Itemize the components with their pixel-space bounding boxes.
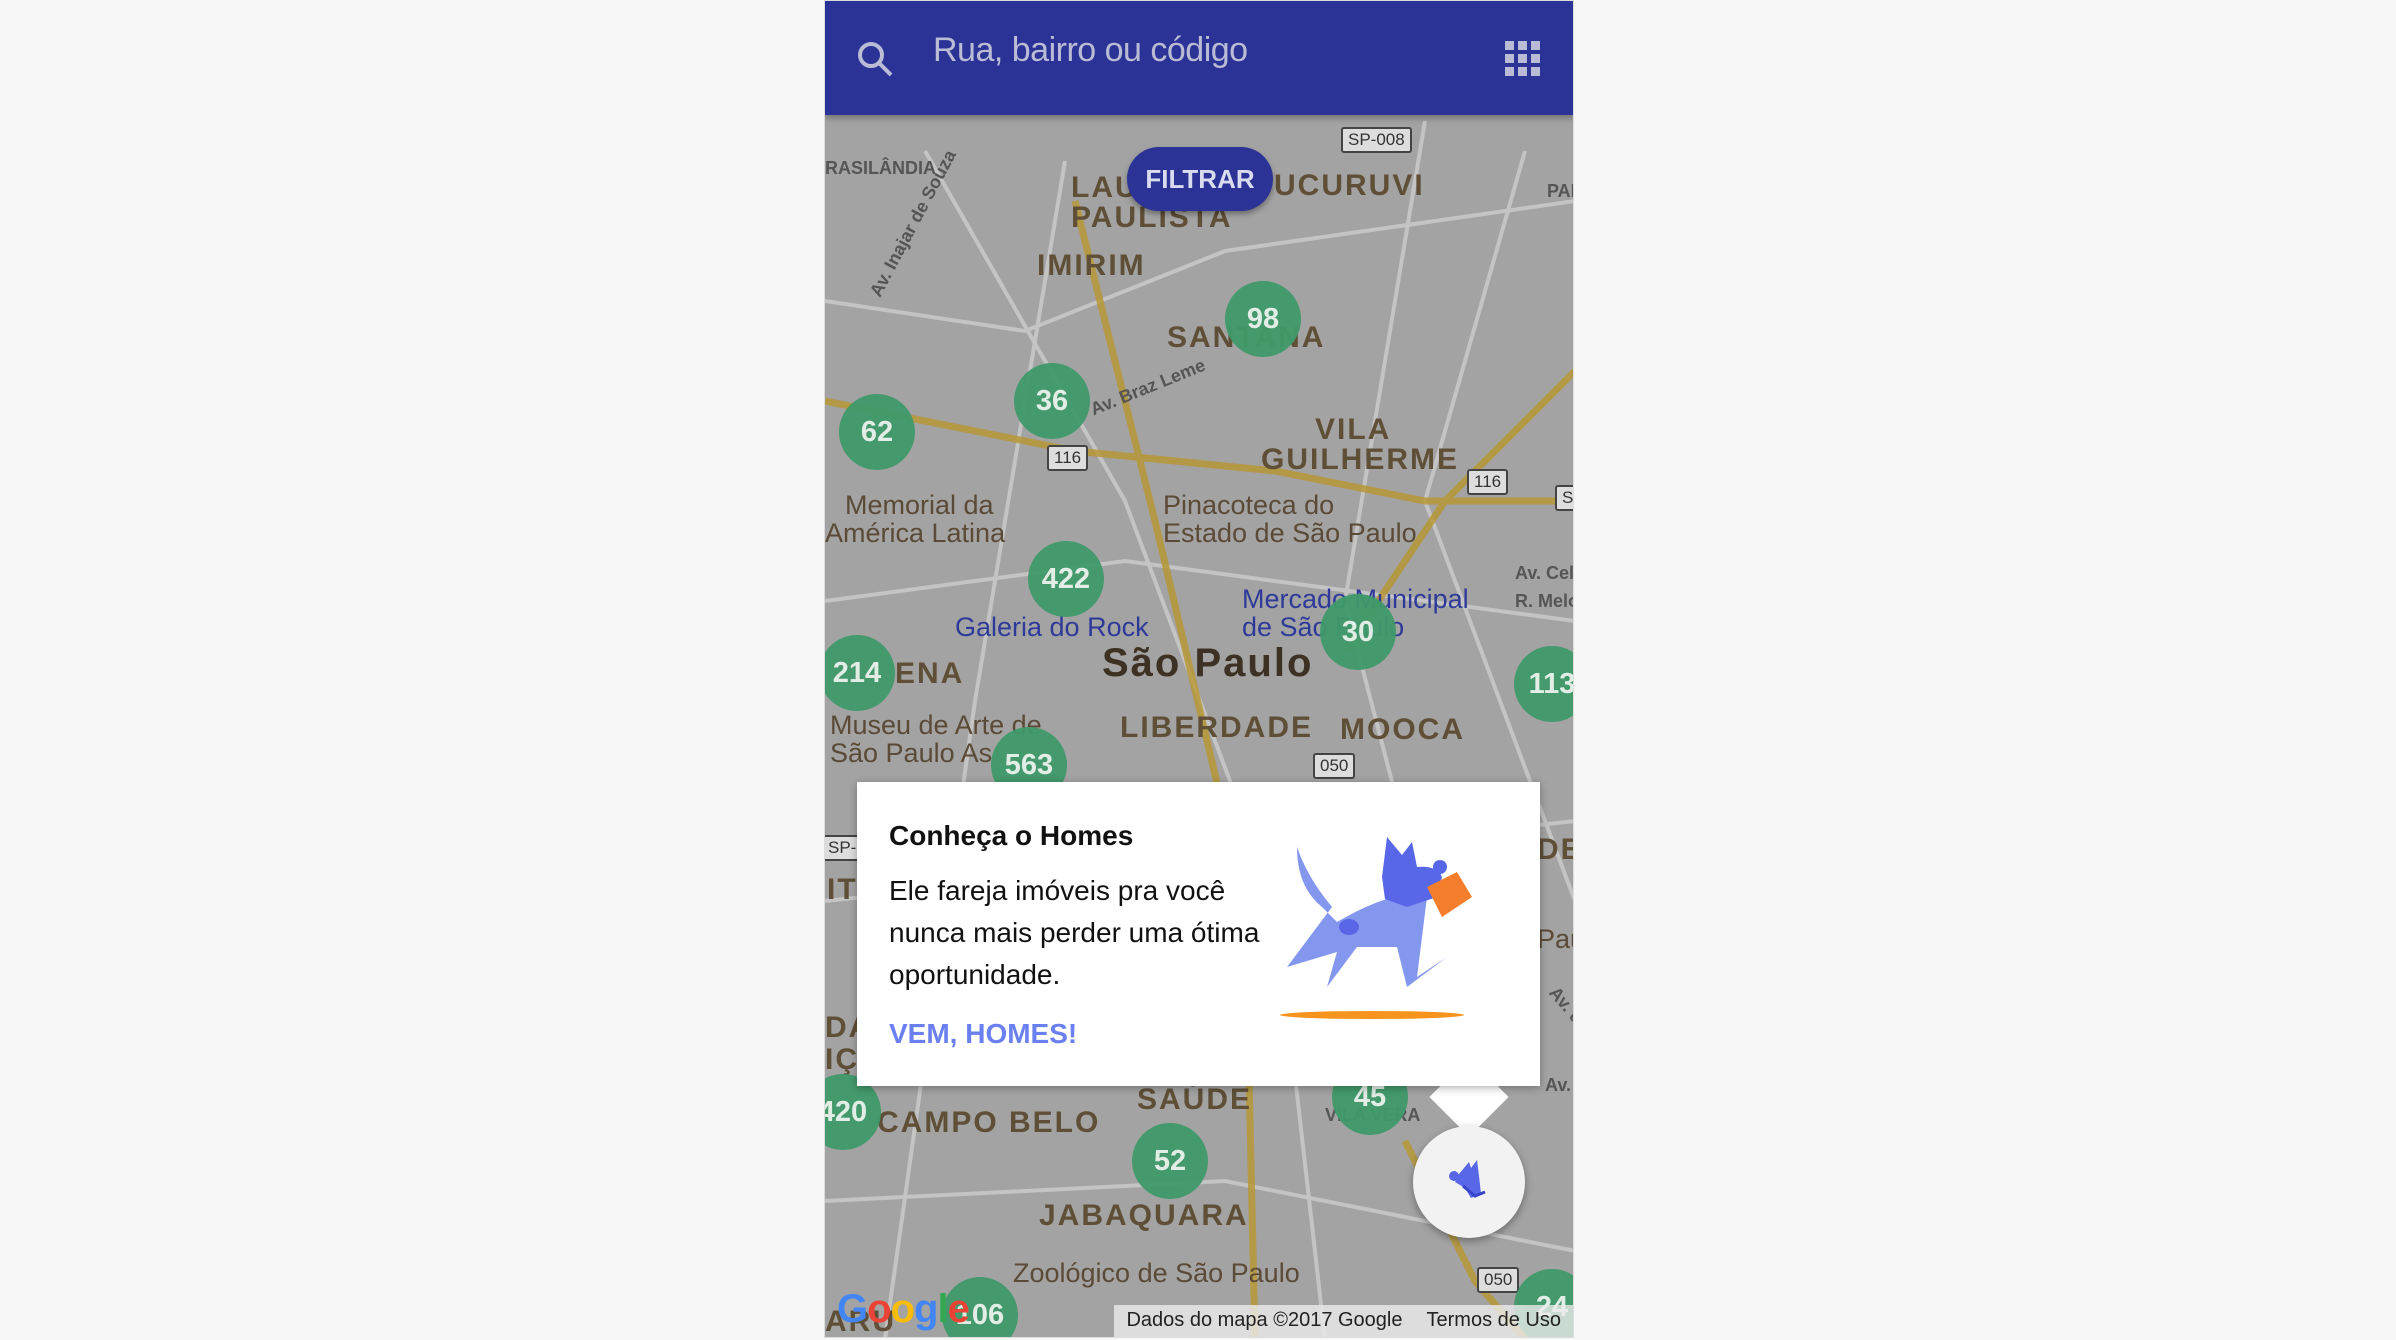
neighborhood-label: JABAQUARA — [1039, 1199, 1249, 1232]
homes-dog-button[interactable] — [1413, 1126, 1525, 1238]
terms-link[interactable]: Termos de Uso — [1427, 1309, 1562, 1335]
road-shield: S — [1555, 485, 1573, 511]
vem-homes-button[interactable]: VEM, HOMES! — [889, 1018, 1077, 1050]
neighborhood-label: CAMPO BELO — [877, 1106, 1101, 1139]
filter-button[interactable]: FILTRAR — [1127, 147, 1273, 211]
dog-illustration — [1280, 837, 1472, 1019]
property-cluster[interactable]: 30 — [1320, 594, 1396, 670]
property-cluster[interactable]: 98 — [1225, 281, 1301, 357]
neighborhood-label: GUILHERME — [1261, 443, 1459, 476]
map-data-credit: Dados do mapa ©2017 Google — [1126, 1309, 1403, 1331]
road-shield: 116 — [1467, 469, 1509, 495]
app-header: Rua, bairro ou código — [825, 1, 1573, 115]
neighborhood-label: RASILÂNDIA — [825, 158, 936, 178]
homes-intro-card: Conheça o Homes Ele fareja imóveis pra v… — [857, 782, 1540, 1086]
card-title: Conheça o Homes — [889, 820, 1134, 851]
phone-frame: Rua, bairro ou código RASILÂNDIA LAU PAU… — [824, 0, 1574, 1338]
neighborhood-label: SAÚDE — [1137, 1083, 1253, 1116]
street-label: Av. Cels — [1515, 563, 1574, 583]
property-cluster[interactable]: 62 — [839, 394, 915, 470]
search-icon[interactable] — [855, 39, 895, 79]
neighborhood-label: IT — [827, 873, 858, 906]
search-input[interactable]: Rua, bairro ou código — [933, 31, 1248, 70]
neighborhood-label: MOOCA — [1340, 713, 1465, 746]
neighborhood-label: IMIRIM — [1037, 249, 1146, 282]
grid-icon[interactable] — [1505, 41, 1540, 76]
road-shield: 050 — [1477, 1267, 1520, 1293]
neighborhood-label: VILA — [1315, 413, 1392, 446]
street-label: R. Melo — [1515, 591, 1574, 611]
poi-label: Pau — [1537, 924, 1573, 954]
google-logo: Google — [837, 1287, 970, 1331]
poi-label: São Paulo As — [830, 738, 993, 768]
property-cluster[interactable]: 52 — [1132, 1123, 1208, 1199]
poi-label: Galeria do Rock — [955, 612, 1149, 642]
road-shield: 050 — [1313, 753, 1356, 779]
map-attribution: Dados do mapa ©2017 Google Termos de Uso — [1114, 1305, 1573, 1337]
city-label: São Paulo — [1102, 641, 1314, 685]
poi-label: Estado de São Paulo — [1163, 518, 1417, 548]
poi-label: Pinacoteca do — [1163, 490, 1335, 520]
poi-label: Zoológico de São Paulo — [1013, 1258, 1300, 1288]
neighborhood-label: DE — [1537, 833, 1573, 866]
poi-label: América Latina — [825, 518, 1006, 548]
neighborhood-label: ENA — [895, 657, 965, 690]
poi-label: Memorial da — [845, 490, 994, 520]
neighborhood-label: PAR — [1547, 181, 1573, 201]
property-cluster[interactable]: 422 — [1028, 541, 1104, 617]
dog-icon — [1449, 1160, 1486, 1198]
neighborhood-label: LIBERDADE — [1120, 711, 1314, 744]
road-shield: SP-008 — [1341, 127, 1412, 153]
street-label: Av. — [1545, 1075, 1572, 1095]
property-cluster[interactable]: 36 — [1014, 363, 1090, 439]
road-shield: 116 — [1047, 445, 1089, 471]
neighborhood-label: UCURUVI — [1274, 169, 1425, 202]
card-body: Ele fareja imóveis pra você nunca mais p… — [889, 875, 1260, 990]
